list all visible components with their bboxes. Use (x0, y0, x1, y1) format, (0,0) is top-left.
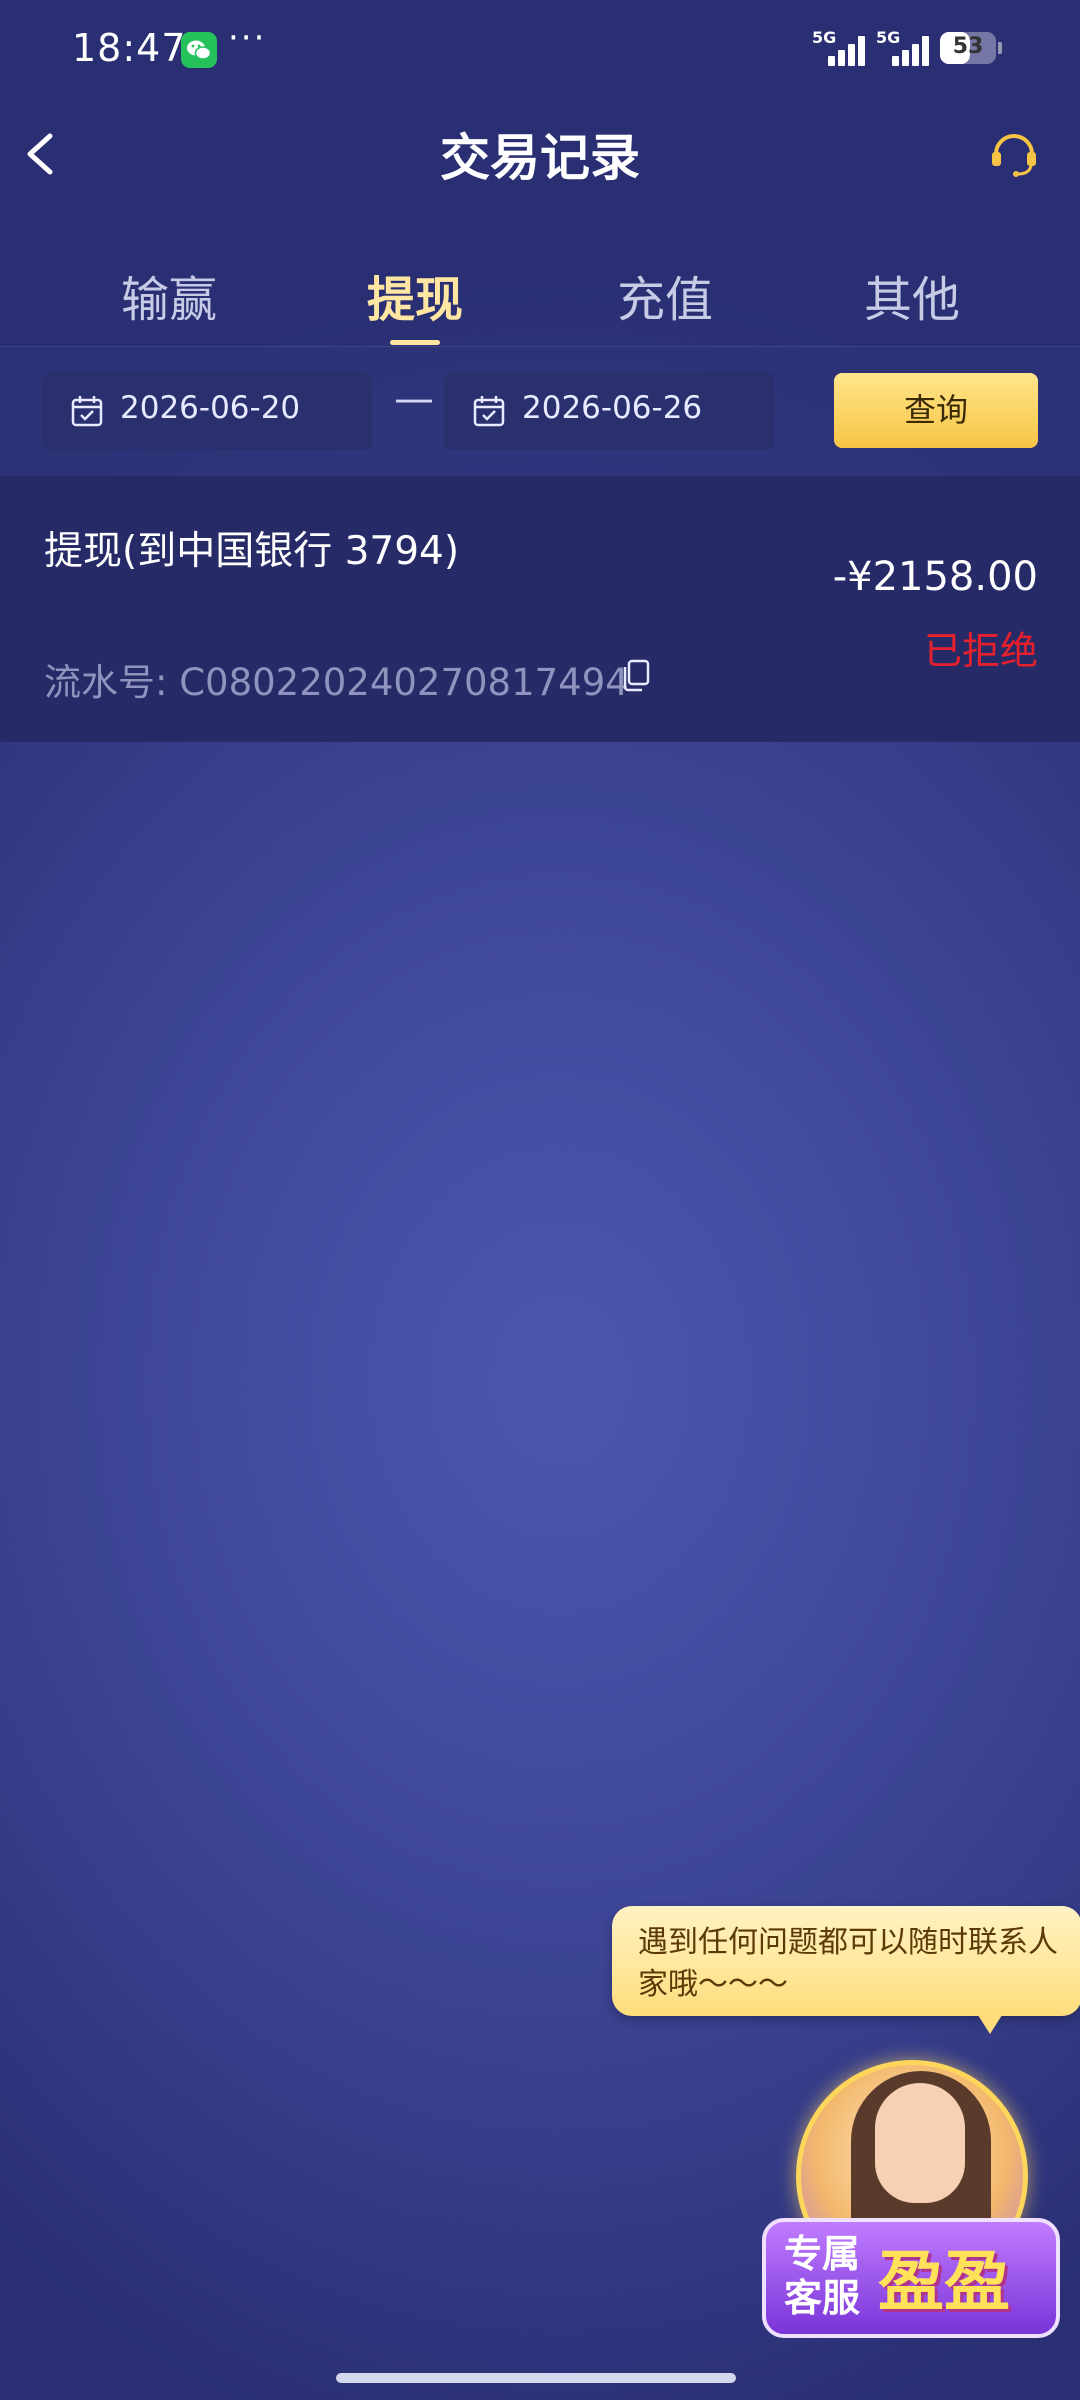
signal-label-1: 5G (812, 28, 837, 47)
page-title: 交易记录 (440, 129, 640, 187)
tab-recharge[interactable]: 充值 (575, 260, 755, 330)
service-tip-text: 遇到任何问题都可以随时联系人家哦～～～ (638, 1925, 1058, 2002)
active-tab-indicator (390, 340, 440, 345)
signal-label-2: 5G (876, 28, 901, 47)
calendar-icon (473, 396, 505, 427)
service-badge-label: 专属 客服 盈盈 (762, 2218, 1060, 2338)
battery-icon: 53 (940, 32, 1002, 64)
date-range-separator: — (394, 376, 434, 422)
status-bar: 18:47 ··· 5G 5G 53 (0, 0, 1080, 100)
calendar-icon (71, 396, 103, 427)
start-date-picker[interactable]: 2026-06-20 (42, 372, 372, 450)
bubble-tail (976, 2012, 1004, 2034)
tab-win-loss[interactable]: 输赢 (79, 260, 259, 330)
tab-bar: 输赢 提现 充值 其他 (0, 260, 1080, 347)
start-date-value: 2026-06-20 (120, 390, 301, 426)
badge-line-2: 客服 (784, 2276, 861, 2320)
customer-service-button[interactable] (986, 124, 1042, 180)
signal-icon-2: 5G (876, 28, 932, 66)
copy-icon[interactable] (620, 658, 652, 692)
tab-other[interactable]: 其他 (822, 260, 1002, 330)
end-date-picker[interactable]: 2026-06-26 (444, 372, 774, 450)
signal-icon-1: 5G (812, 28, 868, 66)
transaction-amount: -¥2158.00 (832, 554, 1038, 600)
tab-withdraw[interactable]: 提现 (325, 260, 505, 330)
query-button[interactable]: 查询 (834, 373, 1038, 448)
battery-level: 53 (952, 34, 984, 59)
home-indicator[interactable] (336, 2373, 736, 2383)
transaction-serial-number: 流水号: C080220240270817494 (44, 661, 629, 704)
transaction-title: 提现(到中国银行 3794) (44, 529, 460, 574)
service-tip-bubble[interactable]: 遇到任何问题都可以随时联系人家哦～～～ (612, 1906, 1080, 2016)
badge-line-1: 专属 (784, 2232, 861, 2276)
customer-service-avatar-button[interactable]: 专属 客服 盈盈 (756, 2060, 1060, 2342)
end-date-value: 2026-06-26 (522, 390, 703, 426)
transaction-status: 已拒绝 (923, 629, 1038, 673)
more-notifications-icon: ··· (228, 18, 267, 58)
headset-icon (992, 134, 1036, 177)
status-time: 18:47 (72, 26, 187, 70)
wechat-icon (181, 32, 217, 68)
badge-agent-name: 盈盈 (878, 2243, 1010, 2320)
